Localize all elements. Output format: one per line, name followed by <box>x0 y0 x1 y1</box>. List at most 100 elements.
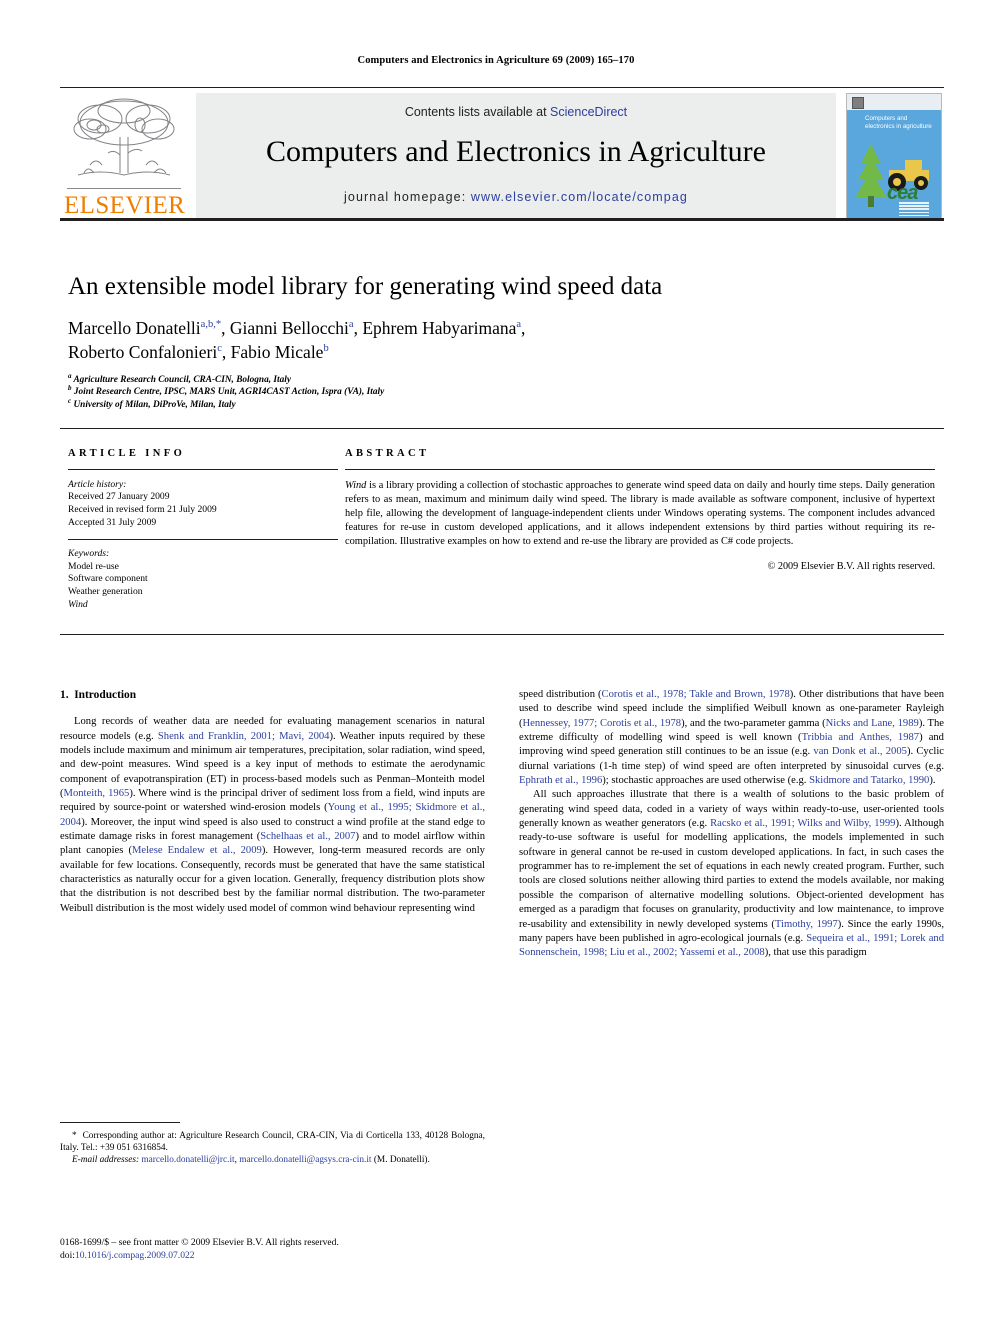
journal-banner: Contents lists available at ScienceDirec… <box>196 93 836 219</box>
masthead-bottom-rule <box>60 218 944 221</box>
abstract-rule <box>345 469 935 470</box>
email-owner: (M. Donatelli). <box>373 1155 430 1166</box>
article-info-column: ARTICLE INFO Article history: Received 2… <box>68 448 338 621</box>
corresponding-author-note: * Corresponding author at: Agriculture R… <box>60 1130 485 1154</box>
citation-monteith[interactable]: Monteith, 1965 <box>64 788 130 799</box>
author-confalonieri: Roberto Confalonieri <box>68 342 218 362</box>
citation-schelhaas[interactable]: Schelhaas et al., 2007 <box>260 831 355 842</box>
journal-title: Computers and Electronics in Agriculture <box>266 135 766 168</box>
running-head: Computers and Electronics in Agriculture… <box>357 55 635 66</box>
citation-hennessey-corotis[interactable]: Hennessey, 1977; Corotis et al., 1978 <box>523 718 682 729</box>
body-column-left: 1. Introduction Long records of weather … <box>60 688 485 916</box>
email-note: E-mail addresses: marcello.donatelli@jrc… <box>60 1154 485 1166</box>
keyword-wind: Wind <box>68 598 88 610</box>
corresponding-author-text: Corresponding author at: Agriculture Res… <box>60 1130 485 1154</box>
body-column-right: speed distribution (Corotis et al., 1978… <box>519 688 944 961</box>
elsevier-divider <box>67 188 181 190</box>
corresponding-author-star: * <box>72 1130 77 1141</box>
keyword-software-component: Software component <box>68 573 148 585</box>
abstract-main-text: is a library providing a collection of s… <box>345 479 935 548</box>
elsevier-tree-icon <box>73 98 175 176</box>
contents-prefix: Contents lists available at <box>404 105 551 119</box>
citation-tribbia-anthes[interactable]: Tribbia and Anthes, 1987 <box>802 732 920 743</box>
homepage-url-link[interactable]: www.elsevier.com/locate/compag <box>471 190 688 204</box>
author-micale-marks: b <box>323 343 329 355</box>
contents-lists-line: Contents lists available at ScienceDirec… <box>196 105 836 119</box>
doi-label: doi: <box>60 1249 75 1261</box>
author-donatelli: Marcello Donatelli <box>68 318 201 338</box>
journal-cover-thumbnail: Computers and electronics in agriculture… <box>846 93 942 219</box>
affiliation-c: c University of Milan, DiProVe, Milan, I… <box>68 396 938 411</box>
issn-front-matter: 0168-1699/$ – see front matter © 2009 El… <box>60 1237 339 1248</box>
author-micale: , Fabio Micale <box>221 342 324 362</box>
history-revised: Received in revised form 21 July 2009 <box>68 504 217 516</box>
elsevier-wordmark: ELSEVIER <box>64 192 186 219</box>
abstract-column: ABSTRACT Wind is a library providing a c… <box>345 448 935 572</box>
keyword-model-reuse: Model re-use <box>68 560 119 572</box>
affiliation-a-text: Agriculture Research Council, CRA-CIN, B… <box>73 375 291 385</box>
affiliation-b: b Joint Research Centre, IPSC, MARS Unit… <box>68 384 938 398</box>
affiliation-a-mark: a <box>68 371 72 380</box>
citation-corotis-takle[interactable]: Corotis et al., 1978; Takle and Brown, 1… <box>602 689 790 700</box>
citation-melese-endalew[interactable]: Melese Endalew et al., 2009 <box>132 845 262 856</box>
author-habyarimana: , Ephrem Habyarimana <box>353 318 517 338</box>
affiliation-list: a Agriculture Research Council, CRA-CIN,… <box>68 371 938 411</box>
abstract-text: Wind is a library providing a collection… <box>345 479 935 549</box>
citation-nicks-lane[interactable]: Nicks and Lane, 1989 <box>826 718 919 729</box>
band-bottom-rule <box>60 634 944 636</box>
title-block: An extensible model library for generati… <box>68 272 938 411</box>
footnote-rule <box>60 1122 180 1123</box>
citation-ephrath[interactable]: Ephrath et al., 1996 <box>519 775 602 786</box>
footnote-block: * Corresponding author at: Agriculture R… <box>60 1122 485 1167</box>
intro-paragraph-1: Long records of weather data are needed … <box>60 715 485 916</box>
email-link-jrc[interactable]: marcello.donatelli@jrc.it <box>141 1155 234 1165</box>
keywords-separator-rule <box>68 539 338 541</box>
masthead-top-rule <box>60 87 944 89</box>
citation-timothy[interactable]: Timothy, 1997 <box>775 919 838 930</box>
section-title-text: Introduction <box>74 689 137 701</box>
citation-shenk-mavi[interactable]: Shenk and Franklin, 2001; Mavi, 2004 <box>158 731 330 742</box>
section-number: 1. <box>60 689 69 701</box>
rp2-t2: ). Although ready-to-use software is use… <box>519 818 944 930</box>
history-accepted: Accepted 31 July 2009 <box>68 516 157 528</box>
cover-stripes-decoration <box>899 202 929 217</box>
rp1-t3: ), and the two-parameter gamma ( <box>681 717 826 729</box>
affiliation-b-text: Joint Research Centre, IPSC, MARS Unit, … <box>73 387 385 398</box>
article-history-label: Article history: <box>68 478 127 490</box>
cover-title-text: Computers and electronics in agriculture <box>865 115 932 130</box>
sciencedirect-link[interactable]: ScienceDirect <box>550 105 627 119</box>
journal-homepage-line: journal homepage: www.elsevier.com/locat… <box>196 190 836 204</box>
homepage-label: journal homepage: <box>344 190 471 204</box>
abstract-copyright: © 2009 Elsevier B.V. All rights reserved… <box>767 561 935 573</box>
author-donatelli-marks: a,b, <box>200 319 216 331</box>
citation-skidmore-tatarko[interactable]: Skidmore and Tatarko, 1990 <box>809 775 929 786</box>
elsevier-logo: ELSEVIER <box>62 93 186 219</box>
info-abstract-band: ARTICLE INFO Article history: Received 2… <box>60 428 944 650</box>
affiliation-c-mark: c <box>68 396 72 405</box>
rp1-t7: ); stochastic approaches are used otherw… <box>602 775 810 787</box>
email-link-agsys[interactable]: marcello.donatelli@agsys.cra-cin.it <box>239 1155 371 1165</box>
article-info-rule <box>68 469 338 470</box>
cover-badge-icon <box>852 97 864 109</box>
history-received: Received 27 January 2009 <box>68 491 170 503</box>
section-heading-introduction: 1. Introduction <box>60 688 485 702</box>
rp2-t4: ), that use this paradigm <box>764 947 867 959</box>
intro-paragraph-2: All such approaches illustrate that ther… <box>519 788 944 960</box>
rp1-t1: speed distribution ( <box>519 689 602 700</box>
keywords-group: Keywords: Model re-use Software componen… <box>68 548 338 611</box>
author-list: Marcello Donatellia,b,*, Gianni Bellocch… <box>68 316 938 364</box>
intro-paragraph-1-continued: speed distribution (Corotis et al., 1978… <box>519 688 944 788</box>
email-addresses-label: E-mail addresses: <box>72 1155 140 1166</box>
citation-van-donk[interactable]: van Donk et al., 2005 <box>813 746 907 757</box>
band-top-rule <box>60 428 944 430</box>
rp1-t8: ). <box>929 775 936 787</box>
article-info-heading: ARTICLE INFO <box>68 448 186 459</box>
imprint-block: 0168-1699/$ – see front matter © 2009 El… <box>60 1237 560 1262</box>
doi-line: doi:10.1016/j.compag.2009.07.022 <box>60 1250 560 1263</box>
article-history-group: Article history: Received 27 January 200… <box>68 479 338 529</box>
affiliation-b-mark: b <box>68 384 72 393</box>
doi-link[interactable]: 10.1016/j.compag.2009.07.022 <box>75 1250 195 1261</box>
citation-racsko-wilks[interactable]: Racsko et al., 1991; Wilks and Wilby, 19… <box>710 818 895 829</box>
abstract-heading: ABSTRACT <box>345 448 430 459</box>
author-line1-tail: , <box>521 318 526 338</box>
